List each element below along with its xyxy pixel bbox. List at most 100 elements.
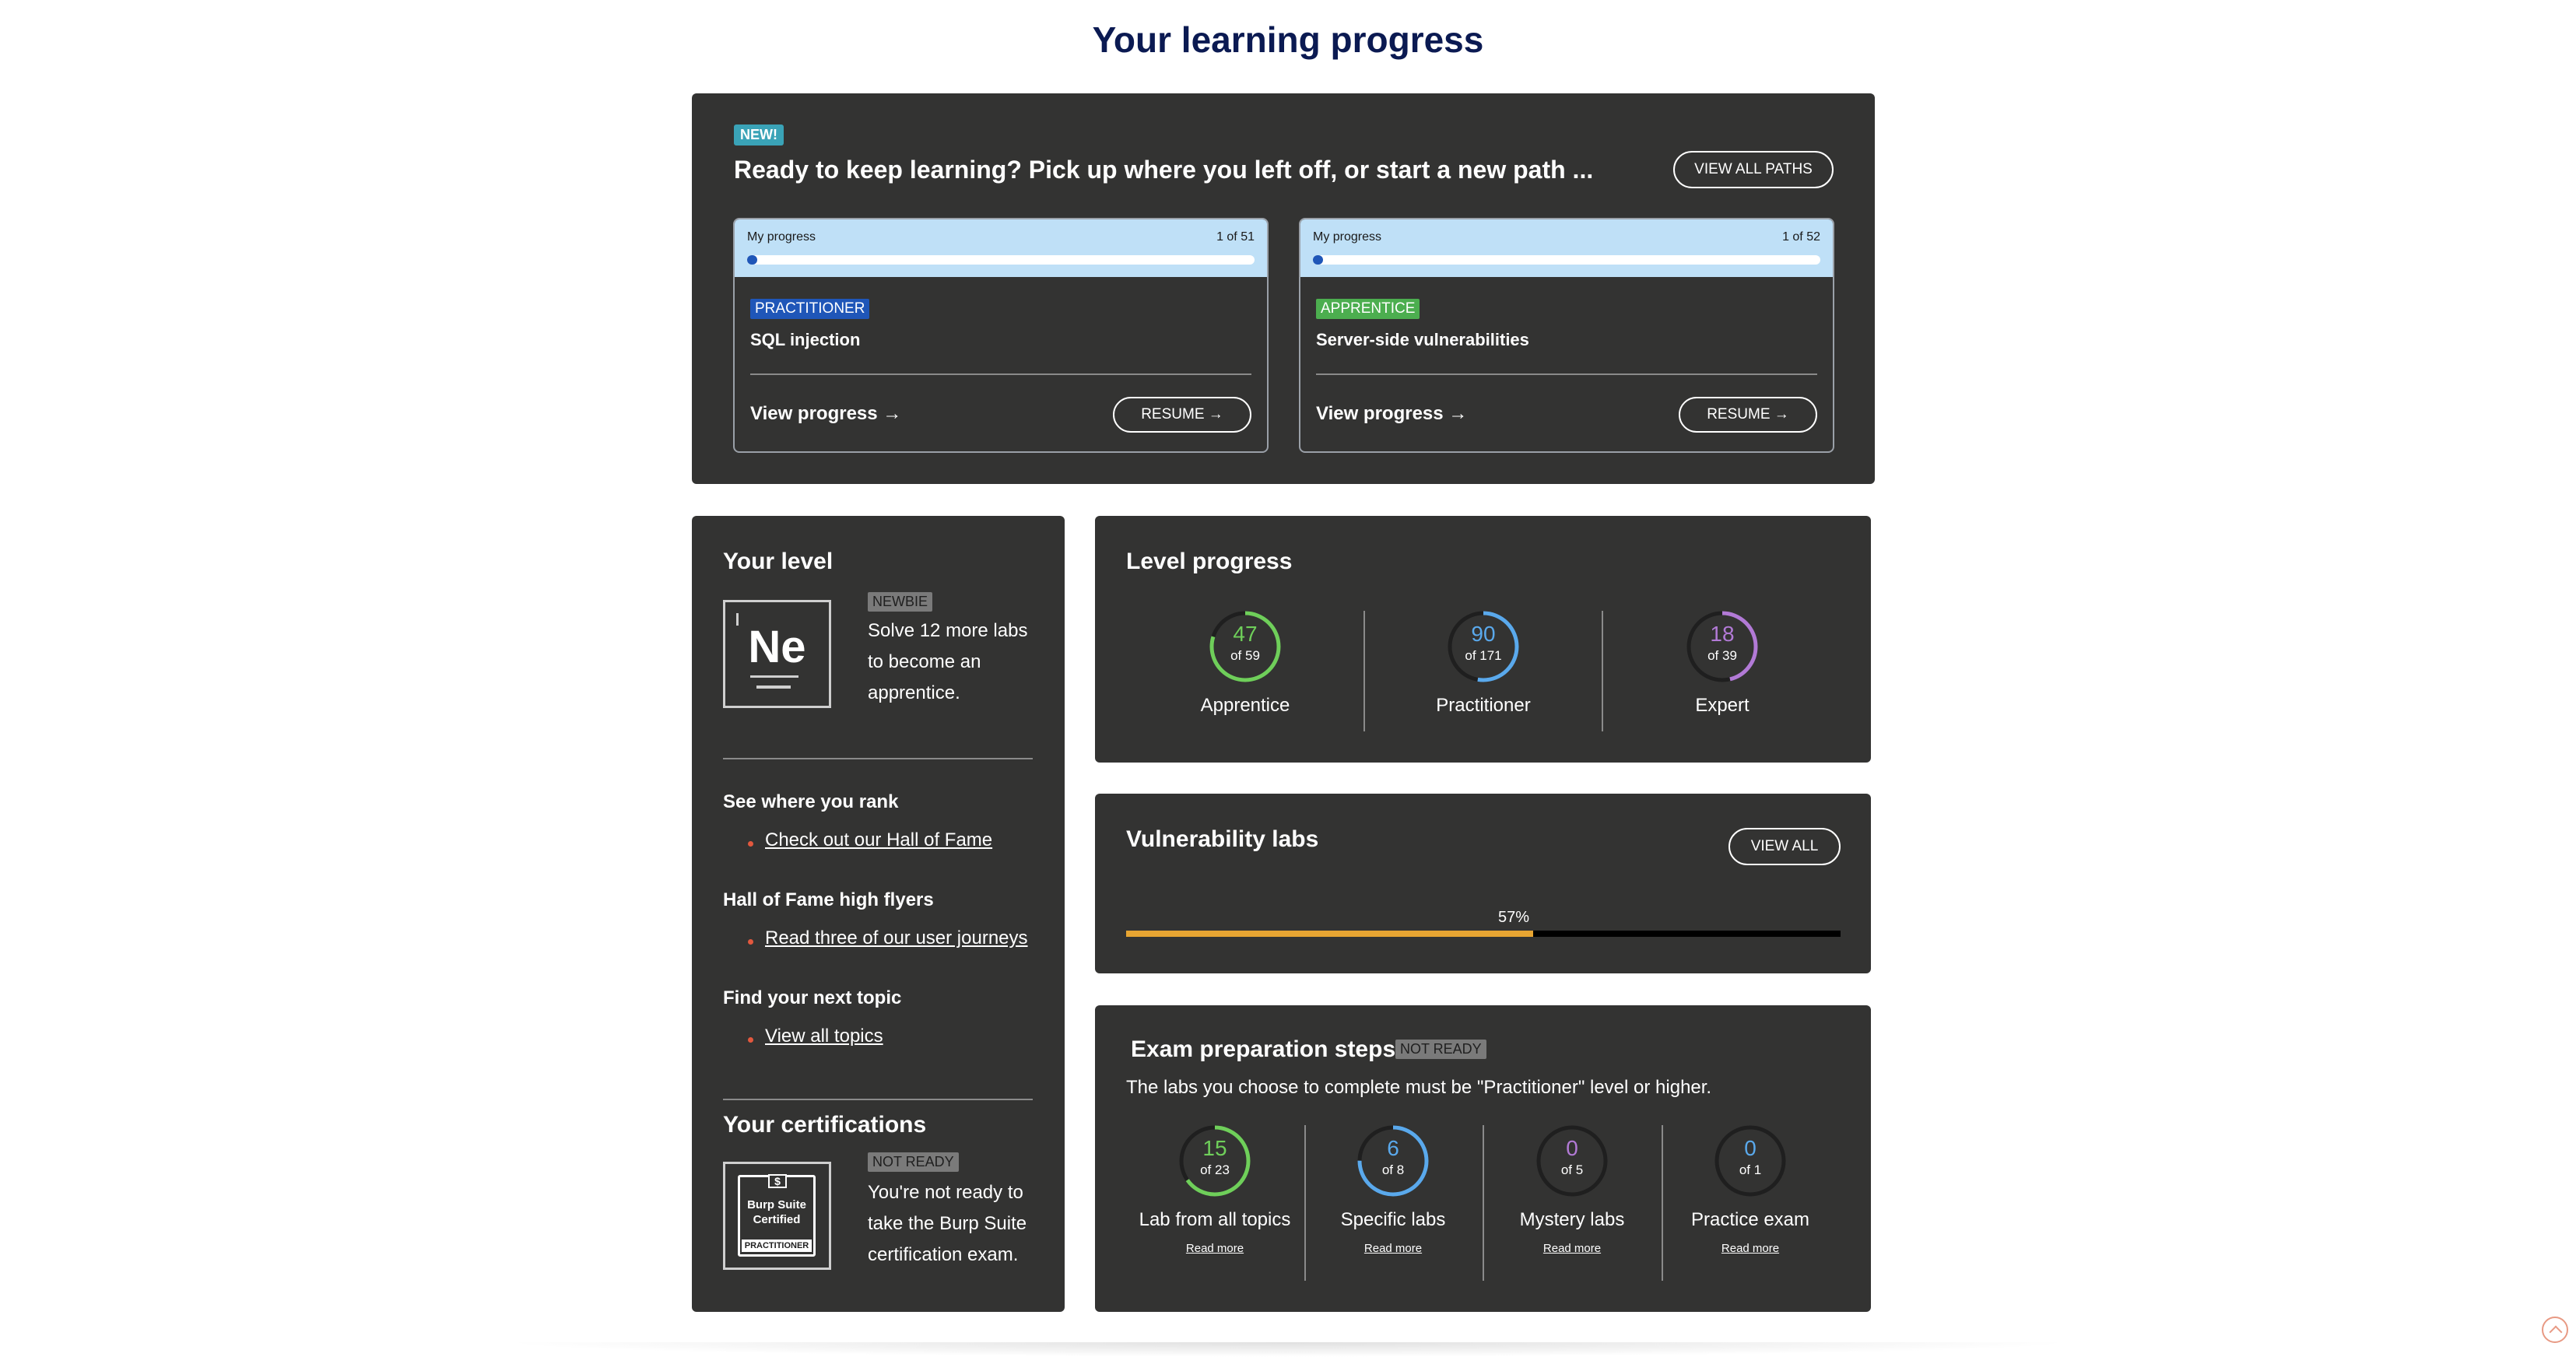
footer-shadow bbox=[498, 1342, 2078, 1357]
labs-progress-bar bbox=[1126, 931, 1841, 937]
ring-total: of 171 bbox=[1465, 648, 1502, 663]
level-tag: APPRENTICE bbox=[1316, 299, 1420, 319]
user-journeys-link[interactable]: Read three of our user journeys bbox=[765, 927, 1028, 949]
ring-label: Practitioner bbox=[1436, 695, 1531, 716]
mystery-labs-ring: 0 of 5 bbox=[1535, 1124, 1609, 1198]
high-flyers-heading: Hall of Fame high flyers bbox=[723, 889, 934, 910]
progress-label: My progress bbox=[747, 230, 816, 244]
labs-progress-fill bbox=[1126, 931, 1534, 937]
cert-icon-text: Burp Suite Certified bbox=[747, 1198, 806, 1226]
ring-label: Practice exam bbox=[1690, 1209, 1810, 1230]
progress-ring-graphic bbox=[1448, 611, 1519, 682]
path-title: Server-side vulnerabilities bbox=[1316, 330, 1529, 349]
card-divider bbox=[750, 373, 1251, 375]
ring-value: 0 bbox=[1744, 1136, 1757, 1160]
progress-count: 1 of 51 bbox=[1216, 230, 1255, 244]
cert-icon-ribbon: PRACTITIONER bbox=[742, 1240, 812, 1252]
card-divider bbox=[1316, 373, 1817, 375]
level-symbol: Ne bbox=[748, 622, 806, 672]
resume-button[interactable]: RESUME → bbox=[1113, 397, 1251, 433]
exam-title: Exam preparation steps bbox=[1131, 1036, 1396, 1062]
vulnerability-labs-title: Vulnerability labs bbox=[1126, 826, 1319, 852]
view-all-paths-button[interactable]: VIEW ALL PATHS bbox=[1673, 151, 1834, 188]
hall-of-fame-link[interactable]: Check out our Hall of Fame bbox=[765, 829, 992, 851]
progress-bar-fill bbox=[1313, 255, 1324, 265]
read-more-link[interactable]: Read more bbox=[1121, 1242, 1308, 1255]
progress-ring-graphic bbox=[1209, 611, 1281, 682]
level-progress-title: Level progress bbox=[1126, 549, 1293, 574]
divider bbox=[1602, 611, 1603, 731]
ring-label: Specific labs bbox=[1340, 1209, 1446, 1230]
ring-value: 0 bbox=[1566, 1136, 1578, 1160]
ring-label: Apprentice bbox=[1200, 695, 1290, 716]
progress-label: My progress bbox=[1313, 230, 1382, 244]
paths-heading: Ready to keep learning? Pick up where yo… bbox=[734, 156, 1594, 184]
your-level-panel: Your level Ne NEWBIE Solve 12 more labs … bbox=[692, 516, 1065, 1312]
progress-bar bbox=[1313, 255, 1820, 265]
ring-label: Mystery labs bbox=[1519, 1209, 1625, 1230]
all-topics-ring: 15 of 23 bbox=[1177, 1124, 1252, 1198]
vulnerability-labs-panel: Vulnerability labs VIEW ALL 57% bbox=[1095, 794, 1871, 973]
progress-ring-graphic bbox=[1686, 611, 1758, 682]
element-level-icon: Ne bbox=[723, 600, 831, 708]
certification-icon: $ Burp Suite Certified PRACTITIONER bbox=[723, 1162, 831, 1270]
ring-label: Expert bbox=[1695, 695, 1750, 716]
exam-status-tag: NOT READY bbox=[1395, 1040, 1486, 1059]
ring-total: of 23 bbox=[1200, 1162, 1230, 1177]
bullet bbox=[748, 841, 753, 847]
scroll-to-top-icon[interactable] bbox=[2542, 1317, 2568, 1343]
path-title: SQL injection bbox=[750, 330, 861, 349]
path-card: My progress 1 of 51 PRACTITIONER SQL inj… bbox=[733, 218, 1269, 453]
divider bbox=[1304, 1125, 1306, 1281]
ring-value: 47 bbox=[1233, 622, 1258, 646]
progress-bar-fill bbox=[747, 255, 758, 265]
divider bbox=[1662, 1125, 1663, 1281]
progress-ring-graphic bbox=[1536, 1125, 1608, 1197]
read-more-link[interactable]: Read more bbox=[1657, 1242, 1844, 1255]
page-title: Your learning progress bbox=[1092, 19, 1484, 60]
divider bbox=[723, 1099, 1033, 1100]
divider bbox=[1483, 1125, 1484, 1281]
practice-exam-ring: 0 of 1 bbox=[1713, 1124, 1788, 1198]
level-description: Solve 12 more labs to become an apprenti… bbox=[868, 620, 1028, 703]
ring-total: of 39 bbox=[1707, 648, 1737, 663]
certifications-title: Your certifications bbox=[723, 1112, 927, 1138]
divider bbox=[1363, 611, 1365, 731]
ring-total: of 5 bbox=[1560, 1162, 1584, 1177]
new-badge: NEW! bbox=[734, 124, 784, 146]
ring-total: of 59 bbox=[1230, 648, 1260, 663]
your-level-title: Your level bbox=[723, 549, 834, 574]
progress-count: 1 of 52 bbox=[1782, 230, 1820, 244]
read-more-link[interactable]: Read more bbox=[1479, 1242, 1665, 1255]
progress-ring-graphic bbox=[1179, 1125, 1251, 1197]
ring-value: 15 bbox=[1202, 1136, 1227, 1160]
progress-bar bbox=[747, 255, 1255, 265]
next-topic-heading: Find your next topic bbox=[723, 987, 902, 1008]
apprentice-ring: 47 of 59 bbox=[1208, 609, 1283, 684]
specific-labs-ring: 6 of 8 bbox=[1356, 1124, 1430, 1198]
expert-ring: 18 of 39 bbox=[1685, 609, 1760, 684]
view-all-labs-button[interactable]: VIEW ALL bbox=[1728, 828, 1841, 865]
ring-value: 6 bbox=[1387, 1136, 1399, 1160]
bullet bbox=[748, 1037, 753, 1043]
ring-value: 90 bbox=[1471, 622, 1496, 646]
path-card: My progress 1 of 52 APPRENTICE Server-si… bbox=[1299, 218, 1834, 453]
view-progress-link[interactable]: View progress → bbox=[1316, 403, 1467, 425]
path-progress-header: My progress 1 of 51 bbox=[735, 219, 1267, 277]
progress-ring-graphic bbox=[1714, 1125, 1786, 1197]
resume-button[interactable]: RESUME → bbox=[1679, 397, 1817, 433]
labs-percent: 57% bbox=[1498, 909, 1530, 926]
rank-heading: See where you rank bbox=[723, 791, 899, 812]
read-more-link[interactable]: Read more bbox=[1300, 1242, 1486, 1255]
level-tag: PRACTITIONER bbox=[750, 299, 870, 319]
practitioner-ring: 90 of 171 bbox=[1446, 609, 1521, 684]
exam-preparation-panel: Exam preparation steps NOT READY The lab… bbox=[1095, 1005, 1871, 1312]
view-progress-link[interactable]: View progress → bbox=[750, 403, 901, 425]
view-all-topics-link[interactable]: View all topics bbox=[765, 1026, 883, 1047]
exam-description: The labs you choose to complete must be … bbox=[1126, 1077, 1712, 1098]
level-progress-panel: Level progress 47 of 59 Apprentice 90 of… bbox=[1095, 516, 1871, 763]
cert-icon-top: $ bbox=[768, 1174, 787, 1188]
progress-ring-graphic bbox=[1357, 1125, 1429, 1197]
ring-total: of 8 bbox=[1381, 1162, 1405, 1177]
bullet bbox=[748, 939, 753, 945]
